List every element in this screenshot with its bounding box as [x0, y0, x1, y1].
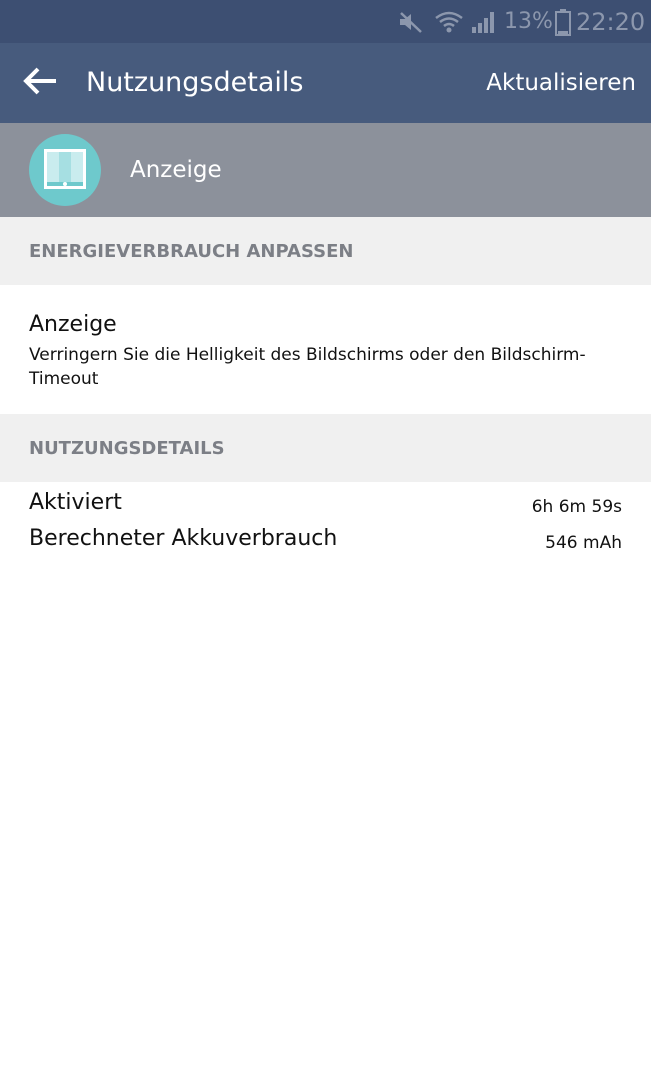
energy-item-display[interactable]: Anzeige Verringern Sie die Helligkeit de…: [0, 285, 651, 414]
back-button[interactable]: [20, 65, 60, 101]
signal-icon: [470, 0, 498, 43]
usage-label: Berechneter Akkuverbrauch: [29, 526, 338, 551]
usage-value: 6h 6m 59s: [531, 497, 622, 517]
page-title: Nutzungsdetails: [86, 67, 304, 98]
status-bar: 13% 22:20: [0, 0, 651, 43]
arrow-left-icon: [22, 66, 58, 100]
energy-item-description: Verringern Sie die Helligkeit des Bildsc…: [29, 345, 586, 389]
energy-item-title: Anzeige: [29, 312, 117, 337]
usage-row-activated: Aktiviert 6h 6m 59s: [0, 486, 651, 522]
app-bar: Nutzungsdetails Aktualisieren: [0, 43, 651, 123]
usage-value: 546 mAh: [545, 533, 622, 553]
mute-icon: [397, 0, 425, 43]
section-header-energy: ENERGIEVERBRAUCH ANPASSEN: [0, 217, 651, 285]
usage-label: Aktiviert: [29, 490, 122, 515]
app-header: Anzeige: [0, 123, 651, 217]
app-name: Anzeige: [130, 157, 222, 183]
usage-row-battery: Berechneter Akkuverbrauch 546 mAh: [0, 522, 651, 558]
battery-percent: 13%: [504, 9, 553, 34]
wifi-icon: [434, 0, 464, 43]
section-header-usage: NUTZUNGSDETAILS: [0, 414, 651, 482]
clock: 22:20: [576, 7, 646, 36]
battery-icon: [555, 0, 571, 43]
refresh-button[interactable]: Aktualisieren: [486, 43, 636, 123]
display-icon: [29, 134, 101, 206]
